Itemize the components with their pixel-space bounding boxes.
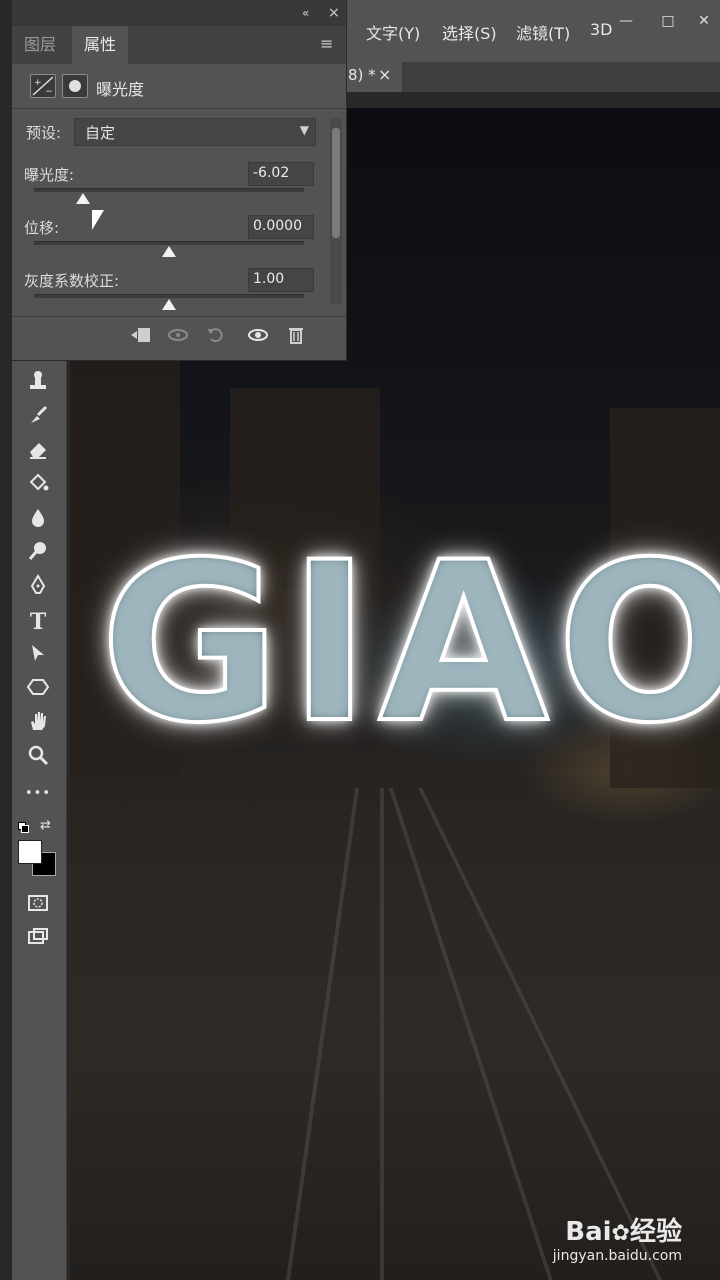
gamma-label: 灰度系数校正: [24,272,120,290]
clip-to-layer-icon[interactable] [126,325,154,349]
path-selection-icon[interactable] [24,642,52,670]
tram-rail [284,788,360,1280]
zoom-icon[interactable] [24,744,52,772]
document-tab-strip: 8) * × [346,62,720,92]
preset-label: 预设: [26,124,62,142]
document-tab[interactable]: 8) * × [346,62,402,92]
panel-tabs: 图层 属性 ≡ [12,26,346,64]
swap-colors-icon[interactable]: ⇄ [40,818,51,833]
offset-value: 0.0000 [253,218,302,234]
tram-rail [418,788,666,1280]
eraser-icon[interactable] [24,438,52,466]
preset-dropdown[interactable]: 自定 ▼ [74,118,316,146]
panel-title-bar[interactable]: « × [12,0,346,26]
properties-panel: « × 图层 属性 ≡ + − 曝光度 预设: 自定 ▼ 曝光度: -6.02 位… [12,0,347,361]
panel-scrollbar[interactable] [330,118,342,304]
exposure-slider-track[interactable] [34,188,304,204]
shape-icon[interactable] [24,676,52,704]
screen-mode-icon[interactable] [24,926,52,954]
svg-text:+: + [34,78,42,88]
gamma-slider-thumb[interactable] [162,299,176,310]
watermark-logo-suffix: 经验 [629,1217,682,1247]
tab-properties[interactable]: 属性 [72,26,129,64]
exposure-input[interactable]: -6.02 [248,162,314,186]
clone-stamp-icon[interactable] [24,370,52,398]
panel-menu-icon[interactable]: ≡ [320,34,333,53]
glowing-text-layer: GIAO [98,515,720,771]
pen-icon[interactable] [24,574,52,602]
exposure-adjustment-icon[interactable]: + − [30,74,56,98]
watermark-logo: Bai [565,1217,612,1247]
default-colors-icon[interactable] [18,822,29,833]
minimize-icon[interactable]: — [610,8,642,34]
dodge-icon[interactable] [24,540,52,568]
gamma-value: 1.00 [253,271,285,287]
panel-footer [12,316,346,357]
offset-input[interactable]: 0.0000 [248,215,314,239]
document-tab-label: 8) * [348,66,376,84]
collapse-panel-icon[interactable]: « [302,6,309,20]
adjustment-header: + − 曝光度 [12,64,346,109]
more-tools-icon[interactable]: ••• [24,780,52,808]
visibility-eye-icon[interactable] [244,325,272,349]
mouse-cursor [92,210,104,230]
tools-panel: T ••• ⇄ [12,360,67,1280]
scrollbar-thumb[interactable] [332,128,340,238]
menu-bar: 文字(Y) 选择(S) 滤镜(T) 3D — □ ✕ [346,0,720,62]
close-panel-icon[interactable]: × [328,5,340,21]
preset-value: 自定 [85,124,116,142]
exposure-slider-thumb[interactable] [75,193,90,204]
menu-filter[interactable]: 滤镜(T) [516,20,570,44]
exposure-label: 曝光度: [24,166,75,184]
offset-slider-track[interactable] [34,241,304,257]
close-tab-icon[interactable]: × [378,65,391,84]
layer-mask-icon[interactable] [62,74,88,98]
exposure-value: -6.02 [253,165,290,181]
tram-rail [380,788,384,1280]
blur-icon[interactable] [24,506,52,534]
svg-text:−: − [45,87,53,97]
view-previous-state-icon[interactable] [164,325,192,349]
history-brush-icon[interactable] [24,404,52,432]
paint-bucket-icon[interactable] [24,472,52,500]
close-window-icon[interactable]: ✕ [688,8,720,34]
offset-slider-thumb[interactable] [162,246,176,257]
quick-mask-icon[interactable] [24,892,52,920]
baidu-watermark: Bai✿经验 jingyan.baidu.com [553,1211,682,1264]
menu-select[interactable]: 选择(S) [442,20,497,44]
reset-icon[interactable] [202,325,230,349]
tram-rail [388,788,556,1280]
type-icon[interactable]: T [24,608,52,636]
gamma-input[interactable]: 1.00 [248,268,314,292]
trash-icon[interactable] [282,325,310,349]
chevron-down-icon: ▼ [299,123,309,137]
adjustment-title: 曝光度 [96,80,145,99]
hand-icon[interactable] [24,710,52,738]
menu-type[interactable]: 文字(Y) [366,20,420,44]
paw-icon: ✿ [611,1221,630,1246]
tab-layers[interactable]: 图层 [12,26,68,64]
maximize-icon[interactable]: □ [652,8,684,34]
gamma-slider-track[interactable] [34,294,304,310]
foreground-color-swatch[interactable] [18,840,42,864]
watermark-url: jingyan.baidu.com [552,1248,682,1264]
offset-label: 位移: [24,219,60,237]
